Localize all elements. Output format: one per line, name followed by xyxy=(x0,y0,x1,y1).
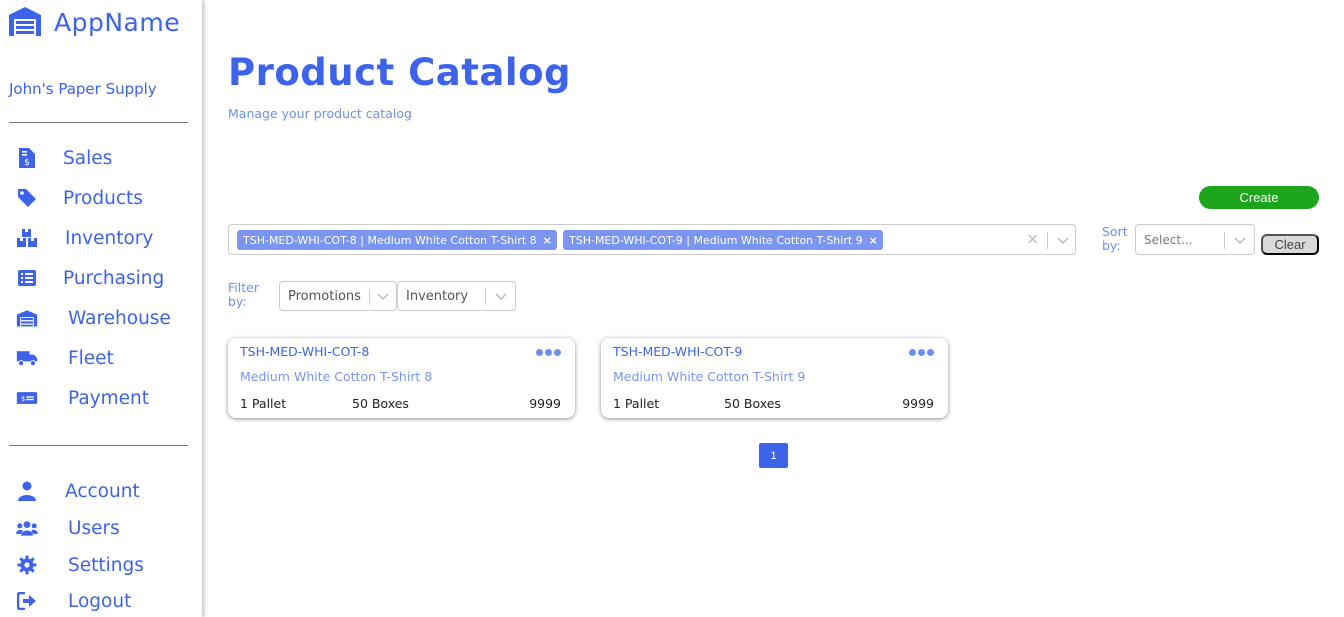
svg-text:$: $ xyxy=(24,158,30,168)
sidebar-item-label: Inventory xyxy=(65,228,154,249)
sidebar-item-products[interactable]: Products xyxy=(16,187,143,209)
filter-value: Promotions xyxy=(288,289,361,304)
promotions-filter-select[interactable]: Promotions xyxy=(279,281,397,311)
sidebar-item-label: Products xyxy=(63,188,143,209)
app-name: AppName xyxy=(54,7,181,37)
sort-placeholder: Select... xyxy=(1144,233,1193,247)
sidebar-item-label: Payment xyxy=(68,388,149,409)
sidebar-item-label: Settings xyxy=(68,555,144,576)
product-quantity: 9999 xyxy=(902,396,934,411)
sidebar-item-label: Account xyxy=(65,481,140,502)
chip-label: TSH-MED-WHI-COT-9 | Medium White Cotton … xyxy=(569,233,863,247)
product-quantity: 9999 xyxy=(529,396,561,411)
sidebar-item-label: Purchasing xyxy=(63,268,165,289)
more-options-icon[interactable] xyxy=(536,349,561,356)
truck-icon xyxy=(16,347,38,369)
chevron-down-icon[interactable] xyxy=(1055,231,1071,253)
sidebar-item-label: Fleet xyxy=(68,348,114,369)
product-search-select[interactable]: TSH-MED-WHI-COT-8 | Medium White Cotton … xyxy=(228,224,1076,255)
page-title: Product Catalog xyxy=(228,51,571,94)
remove-chip-icon[interactable]: × xyxy=(543,234,552,247)
page-subtitle: Manage your product catalog xyxy=(228,106,412,121)
select-separator xyxy=(1047,232,1048,249)
clear-button[interactable]: Clear xyxy=(1261,234,1319,255)
sidebar-divider xyxy=(9,122,188,123)
chip-label: TSH-MED-WHI-COT-8 | Medium White Cotton … xyxy=(243,233,537,247)
warehouse-icon xyxy=(16,307,38,329)
pagination-page-button[interactable]: 1 xyxy=(759,443,788,468)
sidebar-item-warehouse[interactable]: Warehouse xyxy=(16,307,171,329)
select-separator xyxy=(1224,232,1225,249)
product-unit: 1 Pallet xyxy=(613,396,660,411)
sign-out-icon xyxy=(16,590,38,612)
select-separator xyxy=(485,289,486,305)
sort-label: Sort by: xyxy=(1102,224,1128,253)
sidebar-item-purchasing[interactable]: Purchasing xyxy=(16,267,164,289)
boxes-icon xyxy=(16,227,38,249)
remove-chip-icon[interactable]: × xyxy=(869,234,878,247)
sidebar-item-label: Warehouse xyxy=(68,308,171,329)
sidebar-item-logout[interactable]: Logout xyxy=(16,590,131,612)
chevron-down-icon[interactable] xyxy=(493,287,509,309)
product-name: Medium White Cotton T-Shirt 9 xyxy=(613,369,806,384)
list-icon xyxy=(16,267,38,289)
product-sku: TSH-MED-WHI-COT-9 xyxy=(613,344,743,359)
chevron-down-icon[interactable] xyxy=(375,287,391,309)
company-name: John's Paper Supply xyxy=(9,80,157,98)
sidebar-item-label: Logout xyxy=(68,591,132,612)
sidebar-item-inventory[interactable]: Inventory xyxy=(16,227,153,249)
sidebar-item-label: Sales xyxy=(63,148,113,169)
more-options-icon[interactable] xyxy=(909,349,934,356)
product-unit: 1 Pallet xyxy=(240,396,287,411)
product-pack: 50 Boxes xyxy=(724,396,781,411)
sidebar: AppName John's Paper Supply $ Sales Prod… xyxy=(0,0,202,617)
product-sku: TSH-MED-WHI-COT-8 xyxy=(240,344,370,359)
product-card[interactable]: TSH-MED-WHI-COT-8 Medium White Cotton T-… xyxy=(228,338,575,418)
warehouse-logo-icon xyxy=(8,6,42,38)
sidebar-divider xyxy=(9,445,188,446)
gear-icon xyxy=(16,554,38,576)
sort-select[interactable]: Select... xyxy=(1135,224,1255,255)
filter-label: Filter by: xyxy=(228,280,259,309)
inventory-filter-select[interactable]: Inventory xyxy=(397,281,516,311)
sidebar-item-settings[interactable]: Settings xyxy=(16,554,144,576)
tag-icon xyxy=(16,187,38,209)
sidebar-item-fleet[interactable]: Fleet xyxy=(16,347,114,369)
sidebar-item-account[interactable]: Account xyxy=(16,480,140,502)
filter-value: Inventory xyxy=(406,289,469,304)
chevron-down-icon[interactable] xyxy=(1232,231,1248,253)
invoice-dollar-icon: $ xyxy=(16,147,38,169)
sidebar-item-label: Users xyxy=(68,518,120,539)
select-separator xyxy=(369,289,370,305)
brand[interactable]: AppName xyxy=(8,6,180,38)
selected-chip: TSH-MED-WHI-COT-9 | Medium White Cotton … xyxy=(563,230,883,250)
sidebar-item-users[interactable]: Users xyxy=(16,517,120,539)
product-pack: 50 Boxes xyxy=(352,396,409,411)
create-button[interactable]: Create xyxy=(1199,186,1319,209)
sidebar-item-payment[interactable]: $ Payment xyxy=(16,387,149,409)
clear-selection-icon[interactable]: × xyxy=(1026,229,1039,248)
user-icon xyxy=(16,480,38,502)
money-check-icon: $ xyxy=(16,387,38,409)
sidebar-item-sales[interactable]: $ Sales xyxy=(16,147,112,169)
selected-chip: TSH-MED-WHI-COT-8 | Medium White Cotton … xyxy=(237,230,557,250)
svg-text:$: $ xyxy=(21,395,25,403)
product-name: Medium White Cotton T-Shirt 8 xyxy=(240,369,433,384)
product-card[interactable]: TSH-MED-WHI-COT-9 Medium White Cotton T-… xyxy=(601,338,948,418)
users-icon xyxy=(16,517,38,539)
